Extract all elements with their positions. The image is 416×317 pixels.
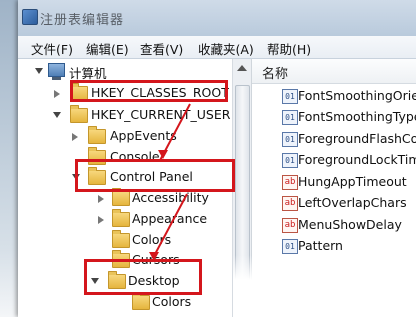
tree-item-label: Colors	[152, 294, 192, 309]
value-name: ForegroundLockTime	[298, 152, 416, 167]
folder-icon	[112, 209, 130, 227]
tree-item-appevents[interactable]: AppEvents	[18, 126, 232, 147]
tree-item-appearance[interactable]: Appearance	[18, 209, 232, 230]
value-row[interactable]: ab HungAppTimeout	[252, 173, 416, 193]
value-name: LeftOverlapChars	[298, 195, 407, 210]
value-row[interactable]: 01 FontSmoothingType	[252, 108, 416, 128]
folder-icon	[112, 188, 130, 206]
value-row[interactable]: ab MenuShowDelay	[252, 216, 416, 236]
highlight-box-control-panel	[75, 159, 235, 192]
value-row[interactable]: 01 FontSmoothingOrient	[252, 87, 416, 107]
folder-icon	[132, 292, 150, 310]
string-value-icon: ab	[282, 175, 298, 190]
expand-arrow-icon[interactable]	[98, 216, 104, 224]
menu-bar: 文件(F) 编辑(E) 查看(V) 收藏夹(A) 帮助(H)	[18, 36, 416, 59]
regedit-app-icon	[22, 9, 38, 25]
binary-value-icon: 01	[282, 153, 298, 168]
tree-item-label: AppEvents	[110, 128, 177, 143]
collapse-arrow-icon[interactable]	[35, 68, 43, 74]
tree-item-colors[interactable]: Colors	[18, 230, 232, 251]
expand-arrow-icon[interactable]	[72, 133, 78, 141]
tree-item-label: HKEY_CURRENT_USER	[91, 107, 231, 122]
menu-favorites[interactable]: 收藏夹(A)	[198, 39, 254, 58]
menu-view[interactable]: 查看(V)	[140, 39, 183, 58]
column-header-name[interactable]: 名称	[252, 59, 416, 84]
tree-item-accessibility[interactable]: Accessibility	[18, 188, 232, 209]
tree-item-desktop-colors[interactable]: Colors	[18, 292, 232, 313]
highlight-box-desktop	[84, 259, 202, 295]
binary-value-icon: 01	[282, 110, 298, 125]
binary-value-icon: 01	[282, 89, 298, 104]
tree-item-label: Accessibility	[132, 190, 209, 205]
value-row[interactable]: 01 ForegroundLockTime	[252, 151, 416, 171]
value-name: MenuShowDelay	[298, 217, 402, 232]
highlight-box-hkey-current-user	[70, 80, 228, 102]
bottom-fade-overlay	[233, 255, 416, 317]
binary-value-icon: 01	[282, 239, 298, 254]
expand-arrow-icon[interactable]	[54, 90, 60, 98]
folder-icon	[88, 126, 106, 144]
tree-item-computer[interactable]: 计算机	[18, 62, 232, 82]
menu-help[interactable]: 帮助(H)	[267, 39, 311, 58]
folder-icon	[112, 230, 130, 248]
value-row[interactable]: ab LeftOverlapChars	[252, 194, 416, 214]
window-title: 注册表编辑器	[40, 13, 125, 28]
collapse-arrow-icon[interactable]	[53, 112, 61, 118]
callout-arrow-icon	[158, 150, 168, 159]
computer-icon	[48, 63, 65, 80]
scroll-up-arrow-icon[interactable]	[237, 65, 247, 71]
value-row[interactable]: 01 ForegroundFlashCou	[252, 130, 416, 150]
expand-arrow-icon[interactable]	[98, 195, 104, 203]
column-header-label: 名称	[262, 67, 289, 82]
value-name: HungAppTimeout	[298, 174, 407, 189]
value-name: FontSmoothingOrient	[298, 88, 416, 103]
string-value-icon: ab	[282, 196, 298, 211]
value-name: ForegroundFlashCou	[298, 131, 416, 146]
value-name: FontSmoothingType	[298, 109, 416, 124]
value-row[interactable]: 01 Pattern	[252, 237, 416, 257]
value-name: Pattern	[298, 238, 343, 253]
tree-item-hkey-current-user[interactable]: HKEY_CURRENT_USER	[18, 105, 232, 126]
menu-file[interactable]: 文件(F)	[31, 39, 73, 58]
string-value-icon: ab	[282, 218, 298, 233]
binary-value-icon: 01	[282, 132, 298, 147]
callout-arrow-icon	[149, 252, 159, 261]
folder-icon	[70, 105, 88, 123]
title-bar[interactable]: 注册表编辑器	[18, 0, 416, 36]
menu-edit[interactable]: 编辑(E)	[86, 39, 129, 58]
